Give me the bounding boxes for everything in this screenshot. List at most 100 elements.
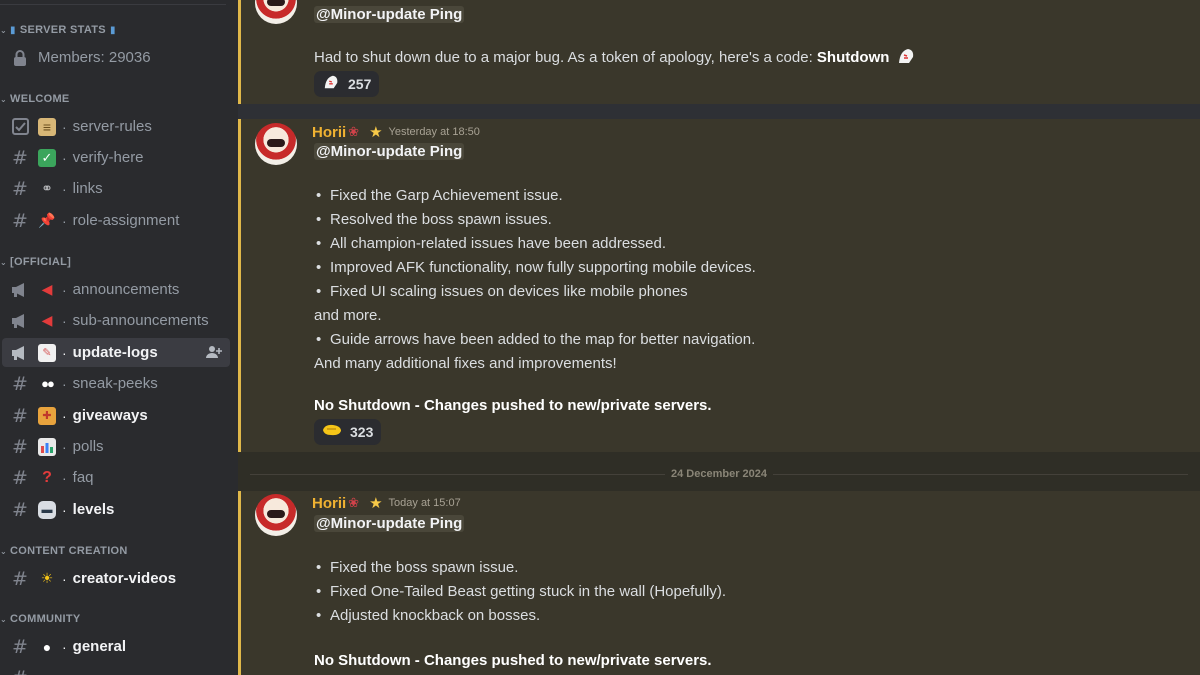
list-text: And many additional fixes and improvemen… — [314, 355, 617, 372]
list-item: Adjusted knockback on bosses. — [314, 604, 726, 628]
category-server-stats[interactable]: ⌄ ▮ SERVER STATS ▮ — [0, 24, 116, 36]
author-name[interactable]: Horii — [312, 495, 346, 512]
chevron-down-icon: ⌄ — [0, 94, 8, 104]
timestamp[interactable]: Today at 15:07 — [389, 497, 461, 509]
channel-role-assignment[interactable]: # 📌 · role-assignment — [2, 206, 230, 235]
list-item: Guide arrows have been added to the map … — [314, 328, 756, 352]
channel-faq[interactable]: # ? · faq — [2, 463, 230, 492]
memo-emoji-icon: ✎ — [38, 343, 56, 362]
chevron-down-icon: ⌄ — [0, 25, 8, 35]
avatar[interactable] — [255, 123, 297, 165]
eyes-emoji-icon: ●● — [41, 376, 55, 391]
category-label: CONTENT CREATION — [10, 545, 128, 557]
reaction-count: 323 — [350, 424, 374, 440]
bar-chart-emoji-icon — [38, 437, 56, 456]
chevron-down-icon: ⌄ — [0, 257, 8, 267]
message-header: Horii ❀ ★ Today at 15:07 — [312, 494, 461, 513]
category-content-creation[interactable]: ⌄ CONTENT CREATION — [0, 545, 128, 557]
message-list: @Minor-update Ping Had to shut down due … — [238, 0, 1200, 675]
channel-label: giveaways — [72, 407, 148, 424]
list-item: Fixed the Garp Achievement issue. — [314, 184, 756, 208]
channel-server-rules[interactable]: ≡ · server-rules — [2, 112, 230, 141]
rules-checkbox-icon — [10, 117, 30, 137]
reaction-button[interactable]: 323 — [314, 419, 382, 445]
author-name[interactable]: Horii — [312, 124, 346, 141]
pushpin-emoji-icon: 📌 — [38, 212, 56, 228]
scroll-emoji-icon: ≡ — [38, 117, 56, 136]
question-mark-emoji-icon: ? — [42, 468, 52, 486]
timestamp[interactable]: Yesterday at 18:50 — [389, 126, 480, 138]
channel-giveaways[interactable]: # ✚ · giveaways — [2, 401, 230, 430]
channel-label: faq — [72, 469, 94, 486]
role-mention[interactable]: @Minor-update Ping — [314, 515, 465, 532]
role-mention[interactable]: @Minor-update Ping — [314, 6, 465, 23]
channel-levels[interactable]: # ▬ · levels — [2, 495, 230, 524]
channel-label: verify-here — [72, 149, 144, 166]
message-item[interactable]: @Minor-update Ping Had to shut down due … — [238, 0, 1200, 104]
members-label: Members: 29036 — [38, 49, 151, 66]
speech-balloon-emoji-icon: ● — [42, 638, 52, 655]
channel-label: levels — [72, 501, 115, 518]
category-label: [OFFICIAL] — [10, 256, 72, 268]
avatar[interactable] — [255, 0, 297, 24]
list-item: Resolved the boss spawn issues. — [314, 208, 756, 232]
hash-icon: # — [12, 146, 28, 169]
hash-icon: # — [12, 635, 28, 658]
message-footer: No Shutdown - Changes pushed to new/priv… — [314, 397, 712, 414]
sun-emoji-icon: ☀ — [40, 570, 54, 586]
channel-label: sneak-peeks — [72, 375, 158, 392]
changelog-list: Fixed the Garp Achievement issue. Resolv… — [314, 184, 756, 376]
list-item: All champion-related issues have been ad… — [314, 232, 756, 256]
channel-members-count[interactable]: Members: 29036 — [2, 43, 230, 72]
channel-label: creator-videos — [72, 570, 177, 587]
message-item[interactable]: Horii ❀ ★ Yesterday at 18:50 @Minor-upda… — [238, 119, 1200, 452]
channel-verify-here[interactable]: # ✓ · verify-here — [2, 143, 230, 172]
channel-sub-announcements[interactable]: ◀ · sub-announcements — [2, 306, 230, 335]
bar-chart-icon: ▮ — [10, 24, 16, 36]
megaphone-icon — [10, 343, 30, 363]
hash-icon: # — [12, 466, 28, 489]
channel-creator-videos[interactable]: # ☀ · creator-videos — [2, 564, 230, 593]
channel-polls[interactable]: # · polls — [2, 432, 230, 461]
category-label: SERVER STATS — [19, 24, 106, 36]
hash-icon: # — [12, 404, 28, 427]
channel-sneak-peeks[interactable]: # ●● · sneak-peeks — [2, 369, 230, 398]
category-community[interactable]: ⌄ COMMUNITY — [0, 613, 81, 625]
role-mention[interactable]: @Minor-update Ping — [314, 143, 465, 160]
reaction-count: 257 — [348, 76, 372, 92]
message-item[interactable]: Horii ❀ ★ Today at 15:07 @Minor-update P… — [238, 491, 1200, 675]
rose-icon: ❀ — [348, 495, 360, 510]
add-member-icon[interactable] — [206, 344, 222, 360]
channel-links[interactable]: # ⚭ · links — [2, 174, 230, 203]
hash-icon: # — [12, 177, 28, 200]
channel-label: announcements — [72, 281, 180, 298]
chevron-down-icon: ⌄ — [0, 614, 8, 624]
channel-label: server-rules — [72, 118, 152, 135]
channel-label: general — [72, 638, 127, 655]
message-separator — [238, 104, 1200, 119]
hash-icon: # — [12, 498, 28, 521]
channel-label: update-logs — [72, 344, 158, 361]
reaction-button[interactable]: 257 — [314, 71, 380, 97]
loudspeaker-emoji-icon: ◀ — [41, 281, 53, 297]
hash-icon: # — [12, 209, 28, 232]
channel-update-logs[interactable]: ✎ · update-logs — [2, 338, 230, 367]
promo-code: Shutdown — [816, 49, 890, 66]
channel-partial[interactable]: # — [2, 663, 230, 675]
list-text: and more. — [314, 307, 382, 324]
chevron-down-icon: ⌄ — [0, 546, 8, 556]
list-item: Improved AFK functionality, now fully su… — [314, 256, 756, 280]
list-item: Fixed One-Tailed Beast getting stuck in … — [314, 580, 726, 604]
custom-emoji-icon — [896, 47, 916, 65]
category-official[interactable]: ⌄ [OFFICIAL] — [0, 256, 71, 268]
changelog-list: Fixed the boss spawn issue. Fixed One-Ta… — [314, 556, 726, 628]
category-welcome[interactable]: ⌄ WELCOME — [0, 93, 70, 105]
custom-emoji-icon — [322, 74, 340, 94]
bar-chart-icon: ▮ — [109, 24, 116, 36]
date-divider: 24 December 2024 — [238, 456, 1200, 492]
channel-announcements[interactable]: ◀ · announcements — [2, 275, 230, 304]
avatar[interactable] — [255, 494, 297, 536]
robot-emoji-icon: ▬ — [38, 500, 56, 519]
category-label: COMMUNITY — [10, 613, 81, 625]
channel-general[interactable]: # ● · general — [2, 632, 230, 661]
